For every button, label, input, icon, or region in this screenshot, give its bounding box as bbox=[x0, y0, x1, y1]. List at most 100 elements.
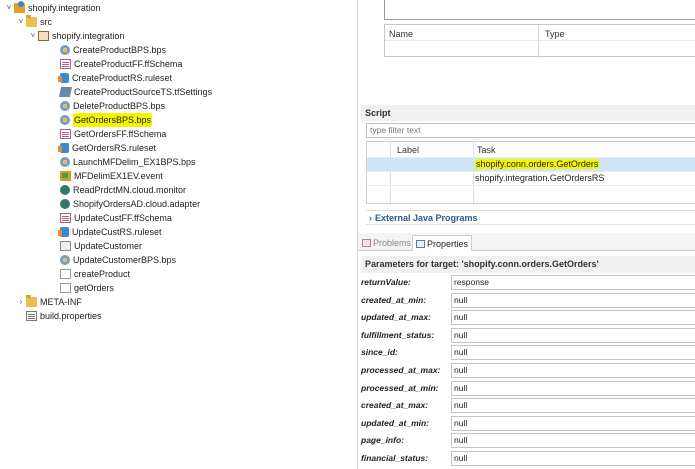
tree-item[interactable]: GetOrdersFF.ffSchema bbox=[50, 127, 166, 141]
tree-item[interactable]: MFDelimEX1EV.event bbox=[50, 169, 163, 183]
tab-properties[interactable]: Properties bbox=[412, 235, 473, 251]
parameter-name: updated_at_min: bbox=[361, 417, 430, 428]
table-header-divider bbox=[385, 40, 695, 41]
properties-icon bbox=[26, 311, 37, 321]
chevron-down-icon[interactable]: ˅ bbox=[16, 15, 26, 29]
task-cell[interactable]: shopify.integration.GetOrdersRS bbox=[475, 173, 604, 183]
tree-item[interactable]: getOrders bbox=[50, 281, 114, 295]
tree-item[interactable]: UpdateCustomer bbox=[50, 239, 142, 253]
ruleset-icon bbox=[58, 227, 69, 237]
parameter-name: page_info: bbox=[361, 435, 404, 446]
parameter-row: returnValue: response bbox=[358, 275, 695, 291]
parameter-value-field[interactable]: response bbox=[451, 275, 695, 290]
tree-item-label: DeleteProductBPS.bps bbox=[73, 101, 166, 111]
parameter-row: page_info: null bbox=[358, 433, 695, 449]
parameter-value-field[interactable]: null bbox=[451, 415, 695, 431]
bps-icon bbox=[60, 45, 70, 55]
tree-item[interactable]: ReadPrdctMN.cloud.monitor bbox=[50, 183, 186, 197]
editor-panel: Name Type Script type filter text Label … bbox=[357, 0, 695, 469]
parameter-name: financial_status: bbox=[361, 453, 429, 463]
tfsettings-icon bbox=[58, 87, 73, 97]
tree-item-label: shopify.integration bbox=[28, 3, 101, 13]
tree-item-label: MFDelimEX1EV.event bbox=[74, 171, 163, 181]
tree-item[interactable]: UpdateCustomerBPS.bps bbox=[50, 253, 176, 267]
chevron-right-icon: › bbox=[369, 213, 372, 223]
tree-item[interactable]: LaunchMFDelim_EX1BPS.bps bbox=[50, 155, 196, 169]
column-divider bbox=[390, 142, 391, 205]
tree-item-label: UpdateCustomerBPS.bps bbox=[73, 255, 177, 265]
tab-problems[interactable]: Problems bbox=[359, 235, 414, 251]
tree-item[interactable]: createProduct bbox=[50, 267, 130, 281]
tree-item-label: META-INF bbox=[40, 297, 82, 307]
tree-item[interactable]: CreateProductFF.ffSchema bbox=[50, 57, 182, 71]
file-icon bbox=[60, 283, 71, 293]
tree-item-label: ShopifyOrdersAD.cloud.adapter bbox=[73, 199, 201, 209]
parameter-value-field[interactable]: null bbox=[451, 327, 695, 343]
task-cell[interactable]: shopify.conn.orders.GetOrders bbox=[475, 159, 600, 169]
parameter-row: created_at_min: null bbox=[358, 292, 695, 309]
parameter-row: processed_at_min: null bbox=[358, 380, 695, 397]
folder-icon bbox=[26, 295, 37, 307]
tree-item-label: UpdateCustomer bbox=[74, 241, 143, 251]
tree-item[interactable]: ˅ shopify.integration bbox=[28, 29, 124, 43]
problems-icon bbox=[362, 239, 371, 247]
parameter-name: processed_at_max: bbox=[361, 365, 441, 375]
tree-item[interactable]: ˅ shopify.integration bbox=[4, 1, 100, 15]
tree-item[interactable]: DeleteProductBPS.bps bbox=[50, 99, 165, 113]
tab-problems-label: Problems bbox=[373, 238, 412, 248]
external-java-programs-label: External Java Programs bbox=[375, 213, 478, 223]
chevron-right-icon[interactable]: › bbox=[16, 295, 26, 309]
tree-item-label: GetOrdersFF.ffSchema bbox=[74, 129, 167, 139]
tree-item[interactable]: ˅ src bbox=[16, 15, 52, 29]
column-header-type[interactable]: Type bbox=[545, 29, 565, 39]
column-header-task[interactable]: Task bbox=[477, 145, 496, 155]
script-table: Label Task shopify.conn.orders.GetOrders… bbox=[366, 141, 695, 205]
tree-item-label: CreateProductSourceTS.tfSettings bbox=[74, 87, 213, 97]
top-text-box[interactable] bbox=[384, 0, 695, 20]
tree-item[interactable]: ShopifyOrdersAD.cloud.adapter bbox=[50, 197, 200, 211]
tree-item[interactable]: build.properties bbox=[16, 309, 102, 323]
variables-table: Name Type bbox=[384, 24, 695, 58]
row-divider bbox=[367, 157, 695, 158]
parameter-row: updated_at_min: null bbox=[358, 415, 695, 432]
tree-item[interactable]: GetOrdersRS.ruleset bbox=[50, 141, 156, 155]
tree-item[interactable]: GetOrdersBPS.bps bbox=[50, 113, 153, 127]
tree-item-label: src bbox=[40, 17, 52, 27]
ffschema-icon bbox=[60, 59, 71, 69]
source-folder-icon bbox=[26, 15, 37, 27]
parameter-value-field[interactable]: null bbox=[451, 292, 695, 308]
parameter-value-field[interactable]: null bbox=[451, 433, 695, 449]
tree-item-label: shopify.integration bbox=[52, 31, 125, 41]
parameter-value-field[interactable]: null bbox=[451, 310, 695, 326]
tree-item[interactable]: CreateProductRS.ruleset bbox=[50, 71, 172, 85]
ruleset-icon bbox=[58, 73, 69, 83]
tree-item-label: GetOrdersBPS.bps bbox=[73, 113, 153, 127]
parameter-value-field[interactable]: null bbox=[451, 451, 695, 466]
tab-properties-label: Properties bbox=[427, 238, 469, 249]
parameter-row: fulfillment_status: null bbox=[358, 327, 695, 344]
parameter-row: processed_at_max: null bbox=[358, 363, 695, 379]
tree-item[interactable]: CreateProductSourceTS.tfSettings bbox=[50, 85, 212, 99]
tree-item[interactable]: › META-INF bbox=[16, 295, 82, 309]
project-explorer-tree: ˅ shopify.integration ˅ src ˅ shopify.integra… bbox=[0, 0, 355, 469]
tree-item-label: GetOrdersRS.ruleset bbox=[72, 143, 157, 153]
column-header-label[interactable]: Label bbox=[397, 145, 419, 155]
tree-item[interactable]: UpdateCustFF.ffSchema bbox=[50, 211, 172, 225]
parameter-name: since_id: bbox=[361, 347, 398, 358]
chevron-down-icon[interactable]: ˅ bbox=[4, 1, 14, 15]
parameter-value-field[interactable]: null bbox=[451, 398, 695, 414]
bps-icon bbox=[60, 115, 70, 125]
script-section-header: Script bbox=[361, 105, 695, 121]
script-filter-input[interactable]: type filter text bbox=[366, 123, 695, 138]
chevron-down-icon[interactable]: ˅ bbox=[28, 29, 38, 43]
tree-item[interactable]: CreateProductBPS.bps bbox=[50, 43, 166, 57]
tree-item[interactable]: UpdateCustRS.ruleset bbox=[50, 225, 162, 239]
adapter-icon bbox=[60, 199, 70, 209]
parameter-name: returnValue: bbox=[361, 277, 411, 287]
parameter-value-field[interactable]: null bbox=[451, 380, 695, 396]
parameter-value-field[interactable]: null bbox=[451, 345, 695, 361]
parameter-value-field[interactable]: null bbox=[451, 363, 695, 378]
column-header-name[interactable]: Name bbox=[389, 29, 413, 39]
external-java-programs-section[interactable]: › External Java Programs bbox=[366, 210, 695, 225]
custom-icon bbox=[60, 241, 71, 251]
